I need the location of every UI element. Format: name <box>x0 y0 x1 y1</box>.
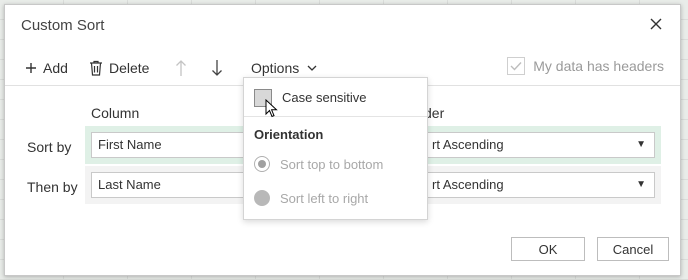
dialog-title: Custom Sort <box>21 17 105 34</box>
sort-left-to-right-option[interactable]: Sort left to right <box>254 190 368 206</box>
add-label: Add <box>43 60 68 76</box>
add-level-button[interactable]: Add <box>25 57 68 79</box>
sort-by-order-value: rt Ascending <box>432 137 504 152</box>
my-data-has-headers-checkbox[interactable]: My data has headers <box>507 57 664 75</box>
sort-by-column-select[interactable]: First Name <box>91 132 251 158</box>
close-button[interactable] <box>646 14 666 34</box>
case-sensitive-label: Case sensitive <box>282 90 367 105</box>
cancel-button[interactable]: Cancel <box>597 237 669 261</box>
radio-icon <box>254 190 270 206</box>
checkbox-box <box>507 57 526 75</box>
delete-level-button[interactable]: Delete <box>89 57 149 79</box>
mouse-pointer-icon <box>265 99 278 118</box>
move-up-button[interactable] <box>175 57 193 79</box>
options-label: Options <box>251 60 300 76</box>
then-by-column-select[interactable]: Last Name <box>91 172 251 198</box>
ok-button[interactable]: OK <box>511 237 585 261</box>
sort-top-to-bottom-option[interactable]: Sort top to bottom <box>254 156 383 172</box>
sort-left-to-right-label: Sort left to right <box>280 190 369 206</box>
then-by-order-value: rt Ascending <box>432 177 504 192</box>
sort-by-column-value: First Name <box>98 137 162 152</box>
sort-by-label: Sort by <box>27 139 72 155</box>
dropdown-arrow-icon: ▼ <box>636 179 646 190</box>
chevron-down-icon <box>307 65 317 71</box>
sort-by-order-select[interactable]: rt Ascending ▼ <box>425 132 655 158</box>
dropdown-arrow-icon: ▼ <box>636 139 646 150</box>
options-button[interactable]: Options <box>251 57 323 79</box>
arrow-up-icon <box>176 60 186 76</box>
close-icon <box>650 18 662 30</box>
move-down-button[interactable] <box>211 57 229 79</box>
orientation-heading: Orientation <box>254 127 324 142</box>
radio-selected-icon <box>254 156 270 172</box>
arrow-down-icon <box>212 60 222 76</box>
then-by-column-value: Last Name <box>98 177 161 192</box>
sort-top-to-bottom-label: Sort top to bottom <box>280 156 384 172</box>
column-header: Column <box>91 105 140 121</box>
then-by-label: Then by <box>27 179 78 195</box>
trash-icon <box>90 60 102 76</box>
then-by-order-select[interactable]: rt Ascending ▼ <box>425 172 655 198</box>
delete-label: Delete <box>109 60 150 76</box>
headers-label: My data has headers <box>533 58 664 74</box>
checkmark-icon <box>510 62 522 71</box>
plus-icon <box>26 63 36 73</box>
